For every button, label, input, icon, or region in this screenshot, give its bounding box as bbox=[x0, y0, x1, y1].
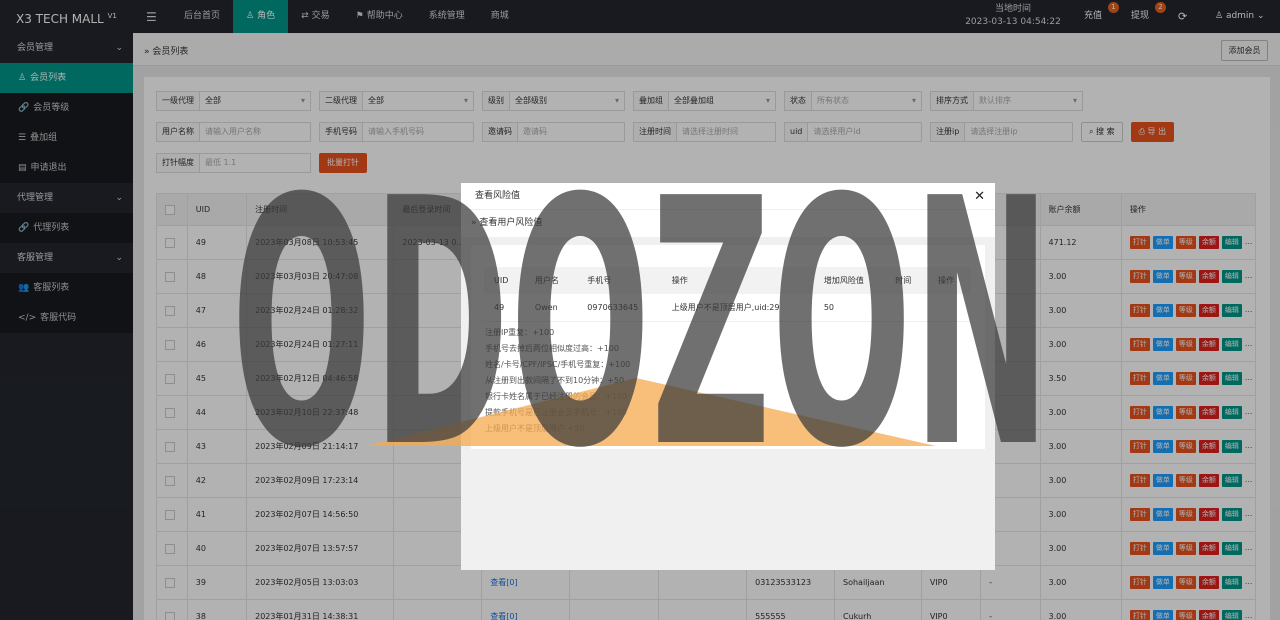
watermark-logo: ODOZON bbox=[231, 148, 1051, 458]
watermark-text: ODOZON bbox=[231, 148, 1051, 458]
